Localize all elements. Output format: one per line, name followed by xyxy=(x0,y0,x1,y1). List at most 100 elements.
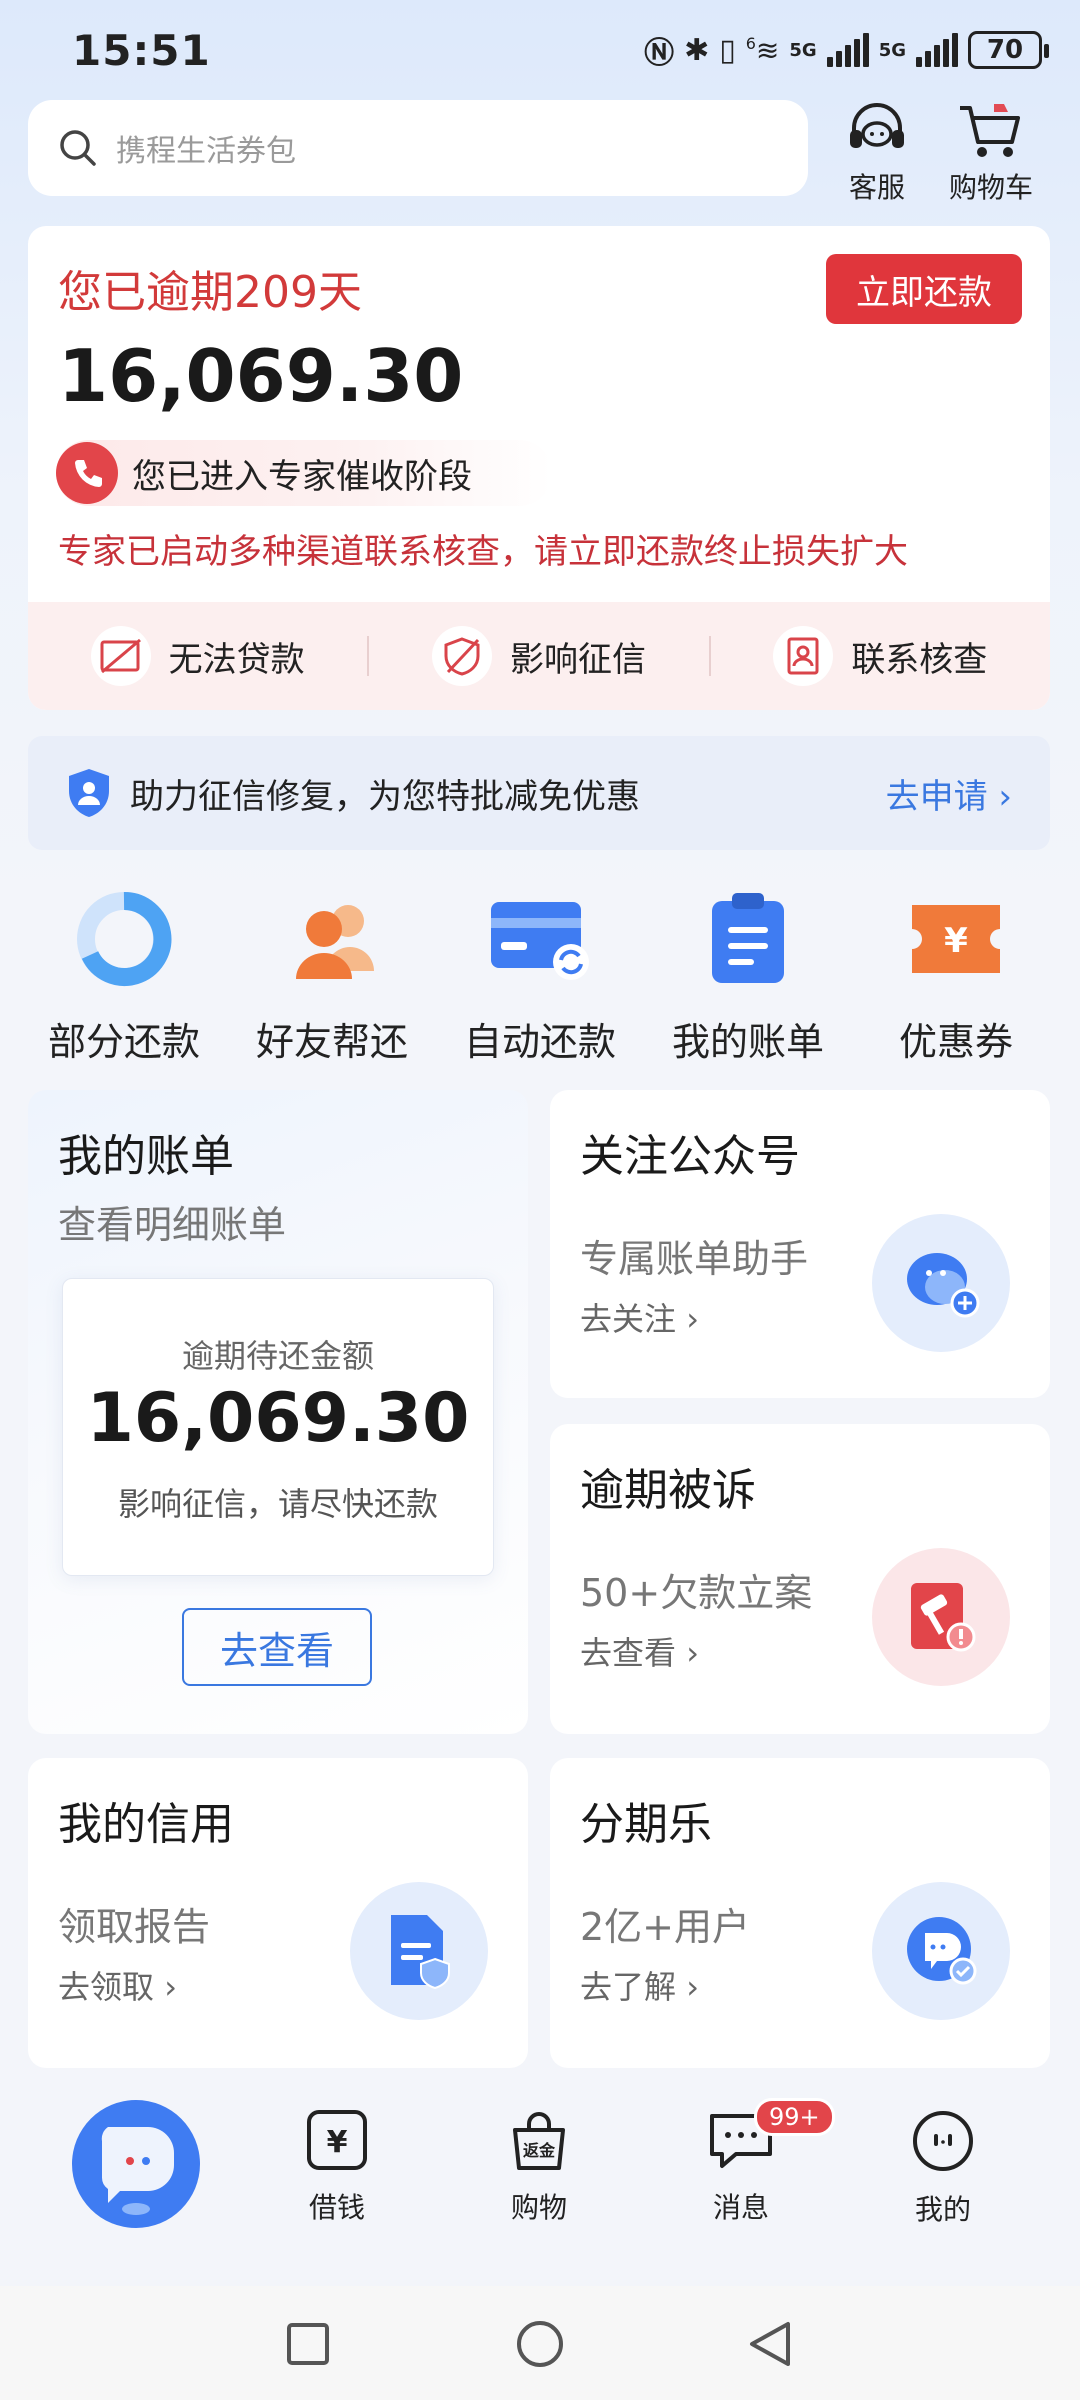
shortcut-auto-repay[interactable]: 自动还款 xyxy=(440,886,640,1066)
overdue-warning: 专家已启动多种渠道联系核查，请立即还款终止损失扩大 xyxy=(58,532,908,572)
network-label-2: 5G xyxy=(878,39,906,61)
bottom-navigation: ¥ 借钱 返金 购物 消息 99+ 我的 xyxy=(0,2078,1080,2286)
no-loan-icon xyxy=(90,626,151,686)
sued-card-subtitle: 50+欠款立案 xyxy=(580,1571,813,1615)
bill-inner-label: 逾期待还金额 xyxy=(181,1337,374,1375)
nav-borrow[interactable]: ¥ 借钱 xyxy=(272,2108,402,2226)
view-bill-button[interactable]: 去查看 xyxy=(182,1608,372,1686)
gavel-icon xyxy=(872,1548,1010,1686)
signal-icon-2 xyxy=(916,33,958,67)
follow-link[interactable]: 去关注 › xyxy=(580,1294,699,1340)
search-icon xyxy=(60,130,96,166)
phone-icon xyxy=(56,442,118,504)
customer-service-button[interactable]: 客服 xyxy=(822,100,932,206)
consequence-no-loan: 无法贷款 xyxy=(28,626,367,686)
credit-impact-icon xyxy=(431,626,492,686)
consequence-label: 联系核查 xyxy=(851,639,988,680)
shortcut-partial-repay[interactable]: 部分还款 xyxy=(24,886,224,1066)
credit-repair-banner[interactable]: 助力征信修复，为您特批减免优惠 去申请 › xyxy=(28,736,1050,850)
fenqile-logo-icon xyxy=(872,1882,1010,2020)
shortcut-label: 部分还款 xyxy=(47,1020,200,1064)
follow-card-title: 关注公众号 xyxy=(580,1131,800,1182)
auto-repay-icon xyxy=(485,886,595,991)
collection-stage-text: 您已进入专家催收阶段 xyxy=(132,456,472,497)
nav-label: 我的 xyxy=(914,2193,971,2226)
credit-report-icon xyxy=(350,1882,488,2020)
bill-inner-note: 影响征信，请尽快还款 xyxy=(117,1485,438,1523)
consequence-strip: 无法贷款 影响征信 联系核查 xyxy=(28,602,1050,710)
nav-profile[interactable]: 我的 xyxy=(878,2108,1008,2228)
consequence-credit-impact: 影响征信 xyxy=(369,626,708,686)
nav-messages[interactable]: 消息 99+ xyxy=(676,2098,835,2226)
follow-card-subtitle: 专属账单助手 xyxy=(580,1237,809,1281)
credit-link[interactable]: 去领取 › xyxy=(58,1962,177,2008)
credit-link-label: 去领取 xyxy=(58,1968,155,2006)
status-bar: 15:51 Ⓝ ✱ ▯ 6≋ 5G 5G 70 xyxy=(0,0,1080,100)
system-icons: Ⓝ ✱ ▯ 6≋ 5G 5G 70 xyxy=(644,28,1049,72)
chevron-right-icon: › xyxy=(686,1300,699,1338)
wifi-level: 6 xyxy=(745,33,756,53)
pay-now-button[interactable]: 立即还款 xyxy=(826,254,1022,324)
consequence-label: 影响征信 xyxy=(509,639,646,680)
partial-repay-icon xyxy=(69,886,179,991)
nav-shopping[interactable]: 返金 购物 xyxy=(474,2108,604,2226)
installment-card-subtitle: 2亿+用户 xyxy=(580,1905,751,1949)
installment-link-label: 去了解 xyxy=(580,1968,677,2006)
overdue-bill-summary: 逾期待还金额 16,069.30 影响征信，请尽快还款 xyxy=(62,1278,494,1576)
mascot-home-button[interactable] xyxy=(72,2100,200,2228)
nav-label: 借钱 xyxy=(308,2191,365,2224)
overdue-sued-card[interactable]: 逾期被诉 50+欠款立案 去查看 › xyxy=(550,1424,1050,1734)
apply-link[interactable]: 去申请 › xyxy=(886,769,1012,818)
vibrate-icon: ▯ xyxy=(719,32,736,68)
chevron-right-icon: › xyxy=(686,1968,699,2006)
apply-link-label: 去申请 xyxy=(885,776,988,817)
yen-icon: ¥ xyxy=(307,2110,367,2170)
battery-icon: 70 xyxy=(968,31,1049,69)
sued-link[interactable]: 去查看 › xyxy=(580,1628,699,1674)
fenqile-card[interactable]: 分期乐 2亿+用户 去了解 › xyxy=(550,1758,1050,2068)
contact-check-icon xyxy=(773,626,834,686)
nav-label: 购物 xyxy=(510,2191,567,2224)
shield-user-icon xyxy=(69,769,109,817)
message-badge: 99+ xyxy=(754,2098,835,2136)
overdue-title: 您已逾期209天 xyxy=(58,267,362,318)
customer-service-label: 客服 xyxy=(848,171,905,204)
shortcut-friend-help[interactable]: 好友帮还 xyxy=(232,886,432,1066)
follow-account-card[interactable]: 关注公众号 专属账单助手 去关注 › xyxy=(550,1090,1050,1398)
my-bill-card[interactable]: 我的账单 查看明细账单 逾期待还金额 16,069.30 影响征信，请尽快还款 … xyxy=(28,1090,528,1734)
bill-inner-amount: 16,069.30 xyxy=(86,1379,470,1458)
status-time: 15:51 xyxy=(72,26,211,75)
shortcut-bar: 部分还款 好友帮还 自动还款 我的账单 ¥ 优惠券 xyxy=(0,886,1080,1066)
search-placeholder: 携程生活券包 xyxy=(116,134,296,169)
cart-icon xyxy=(960,104,1020,157)
friend-help-icon xyxy=(277,886,387,991)
cart-label: 购物车 xyxy=(948,171,1033,204)
overdue-amount: 16,069.30 xyxy=(58,334,464,418)
collection-stage-badge: 您已进入专家催收阶段 xyxy=(56,440,552,506)
cart-button[interactable]: 购物车 xyxy=(936,100,1046,206)
my-credit-card[interactable]: 我的信用 领取报告 去领取 › xyxy=(28,1758,528,2068)
installment-link[interactable]: 去了解 › xyxy=(580,1962,699,2008)
shortcut-my-bill[interactable]: 我的账单 xyxy=(648,886,848,1066)
back-icon[interactable] xyxy=(744,2318,796,2370)
chevron-right-icon: › xyxy=(686,1634,699,1672)
sued-link-label: 去查看 xyxy=(580,1634,677,1672)
consequence-label: 无法贷款 xyxy=(168,639,305,680)
mascot-icon xyxy=(101,2127,174,2215)
sued-card-title: 逾期被诉 xyxy=(580,1465,756,1516)
recent-apps-icon[interactable] xyxy=(284,2320,332,2368)
headset-icon xyxy=(850,103,904,148)
home-icon[interactable] xyxy=(514,2318,566,2370)
svg-text:¥: ¥ xyxy=(944,921,968,961)
search-input[interactable]: 携程生活券包 xyxy=(28,100,808,196)
overdue-card: 您已逾期209天 立即还款 16,069.30 您已进入专家催收阶段 专家已启动… xyxy=(28,226,1050,710)
credit-card-subtitle: 领取报告 xyxy=(58,1905,211,1949)
bill-card-title: 我的账单 xyxy=(58,1131,234,1182)
credit-card-title: 我的信用 xyxy=(58,1799,234,1850)
signal-icon xyxy=(826,33,869,67)
chevron-right-icon: › xyxy=(998,776,1012,817)
shopping-bag-icon: 返金 xyxy=(513,2112,565,2170)
shortcut-label: 优惠券 xyxy=(898,1020,1013,1064)
shortcut-coupon[interactable]: ¥ 优惠券 xyxy=(856,886,1056,1066)
nfc-icon: Ⓝ xyxy=(644,36,675,71)
